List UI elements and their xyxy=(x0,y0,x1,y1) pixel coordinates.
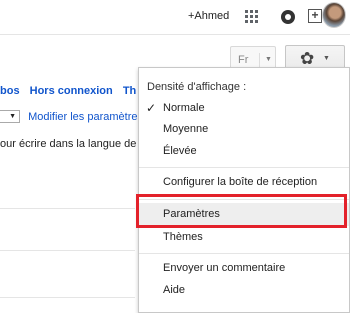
modify-settings-link[interactable]: Modifier les paramètres xyxy=(28,111,143,123)
tab-offline[interactable]: Hors connexion xyxy=(30,85,113,97)
chevron-down-icon: ▼ xyxy=(259,53,272,67)
row-divider xyxy=(0,297,135,298)
display-density-heading: Densité d'affichage : xyxy=(147,81,247,93)
menu-item-label: Envoyer un commentaire xyxy=(163,262,286,274)
tab-themes[interactable]: Th xyxy=(123,85,136,97)
chevron-down-icon: ▼ xyxy=(323,55,330,62)
language-select-row: ▼ Modifier les paramètres xyxy=(0,110,143,123)
themes-item[interactable]: Thèmes xyxy=(139,226,349,249)
menu-separator xyxy=(139,167,349,168)
annotation-highlight-box xyxy=(136,194,347,228)
settings-dropdown-menu: Densité d'affichage : ✓ Normale Moyenne … xyxy=(138,67,350,313)
input-language-hint: our écrire dans la langue de v xyxy=(0,138,145,150)
language-select[interactable]: ▼ xyxy=(0,110,20,123)
notifications-icon[interactable] xyxy=(281,10,295,24)
header-divider xyxy=(0,34,350,35)
configure-inbox-item[interactable]: Configurer la boîte de réception xyxy=(139,171,349,194)
user-profile-link[interactable]: +Ahmed xyxy=(188,10,229,22)
checkmark-icon: ✓ xyxy=(146,101,157,115)
language-label: Fr xyxy=(238,54,249,66)
tab-bos[interactable]: bos xyxy=(0,85,20,97)
top-bar: +Ahmed + xyxy=(0,0,350,34)
menu-item-label: Aide xyxy=(163,284,186,296)
gear-icon: ✿ xyxy=(300,49,315,68)
menu-separator xyxy=(139,253,349,254)
menu-item-label: Normale xyxy=(163,102,205,114)
menu-item-label: Thèmes xyxy=(163,231,203,243)
menu-item-label: Élevée xyxy=(163,145,197,157)
help-item[interactable]: Aide xyxy=(139,279,349,302)
density-option-high[interactable]: Élevée xyxy=(139,140,349,163)
density-option-medium[interactable]: Moyenne xyxy=(139,118,349,141)
settings-tabs: bos Hors connexion Th xyxy=(0,85,143,99)
avatar[interactable] xyxy=(322,2,346,28)
density-option-normal[interactable]: ✓ Normale xyxy=(139,97,349,120)
row-divider xyxy=(0,250,135,251)
menu-item-label: Configurer la boîte de réception xyxy=(163,176,318,188)
row-divider xyxy=(0,208,135,209)
apps-grid-icon[interactable] xyxy=(245,10,258,23)
send-feedback-item[interactable]: Envoyer un commentaire xyxy=(139,257,349,280)
share-icon[interactable]: + xyxy=(308,9,322,23)
menu-item-label: Moyenne xyxy=(163,123,209,135)
